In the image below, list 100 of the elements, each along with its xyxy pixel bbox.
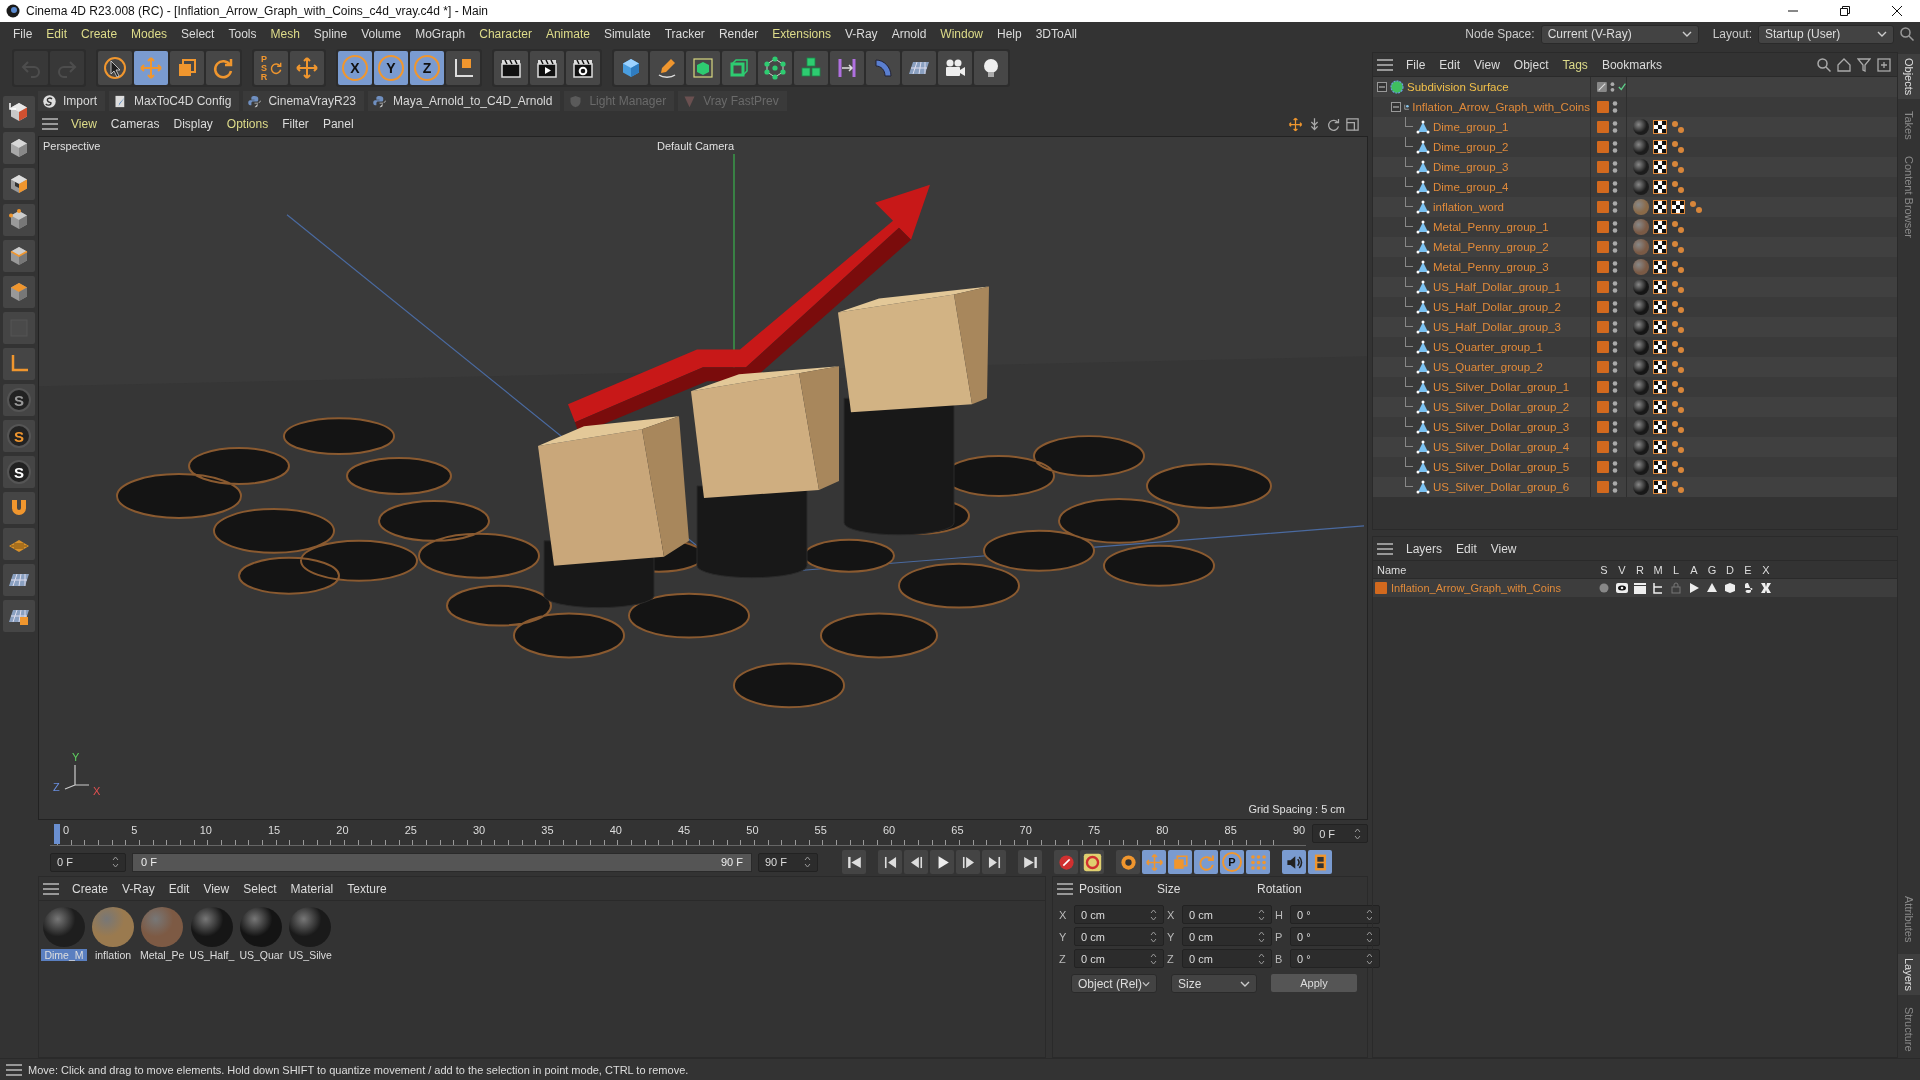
menu-item[interactable]: Help: [990, 23, 1029, 45]
visibility-dots-icon[interactable]: [1612, 480, 1618, 494]
current-frame-field[interactable]: 0 F: [1312, 824, 1368, 843]
menu-icon[interactable]: [1057, 883, 1073, 895]
object-name[interactable]: Metal_Penny_group_2: [1433, 241, 1549, 253]
menu-item[interactable]: File: [1399, 53, 1433, 76]
visibility-dots-icon[interactable]: [1612, 220, 1618, 234]
clapperboard-icon[interactable]: [1634, 582, 1646, 594]
layer-swatch[interactable]: [1597, 341, 1609, 353]
no-layer-icon[interactable]: [1597, 81, 1607, 93]
menu-item[interactable]: Edit: [1432, 53, 1468, 76]
visibility-dots-icon[interactable]: [1612, 440, 1618, 454]
layer-swatch[interactable]: [1597, 321, 1609, 333]
layer-swatch[interactable]: [1597, 221, 1609, 233]
previous-key-button[interactable]: [878, 850, 902, 874]
bulb-button[interactable]: [974, 51, 1008, 85]
material-tag[interactable]: [1633, 399, 1649, 415]
menu-icon[interactable]: [1377, 58, 1393, 71]
rotate-icon[interactable]: [1326, 116, 1341, 132]
menu-item[interactable]: Cameras: [103, 113, 167, 135]
visibility-dots-icon[interactable]: [1612, 100, 1618, 114]
object-name[interactable]: Dime_group_1: [1433, 121, 1509, 133]
next-key-button[interactable]: [982, 850, 1006, 874]
checker-tag-icon[interactable]: [1671, 200, 1685, 214]
parameter-key-button[interactable]: P: [1220, 850, 1244, 874]
object-name[interactable]: US_Silver_Dollar_group_1: [1433, 381, 1570, 393]
dots-tag-icon[interactable]: [1671, 360, 1685, 374]
plugin-button[interactable]: CinemaVrayR23: [243, 91, 364, 111]
layer-swatch[interactable]: [1597, 301, 1609, 313]
dots-tag-icon[interactable]: [1671, 260, 1685, 274]
pen-button[interactable]: [650, 51, 684, 85]
coordinate-field[interactable]: 0 cm: [1074, 905, 1164, 924]
menu-item[interactable]: Tools: [221, 23, 264, 45]
layer-swatch[interactable]: [1597, 421, 1609, 433]
dots-tag-icon[interactable]: [1671, 220, 1685, 234]
material-tag[interactable]: [1633, 299, 1649, 315]
material-tag[interactable]: [1633, 459, 1649, 475]
layer-swatch[interactable]: [1597, 201, 1609, 213]
layer-swatch[interactable]: [1597, 261, 1609, 273]
visibility-dots-icon[interactable]: [1612, 280, 1618, 294]
visibility-dots-icon[interactable]: [1612, 140, 1618, 154]
rotate-button[interactable]: [206, 51, 240, 85]
menu-item[interactable]: V-Ray: [115, 877, 162, 900]
search-icon[interactable]: [1817, 57, 1831, 72]
object-name[interactable]: Dime_group_2: [1433, 141, 1509, 153]
menu-item[interactable]: Select: [174, 23, 222, 45]
dots-tag-icon[interactable]: [1671, 480, 1685, 494]
checker-tag-icon[interactable]: [1653, 120, 1667, 134]
menu-item[interactable]: Object: [1506, 53, 1556, 76]
layer-swatch[interactable]: [1597, 461, 1609, 473]
checker-tag-icon[interactable]: [1653, 420, 1667, 434]
menu-item[interactable]: Edit: [161, 877, 197, 900]
grid-lock-button[interactable]: [3, 600, 35, 632]
menu-item[interactable]: Filter: [275, 113, 316, 135]
side-tab[interactable]: Takes: [1898, 107, 1920, 145]
object-name[interactable]: Metal_Penny_group_3: [1433, 261, 1549, 273]
material-tag[interactable]: [1633, 319, 1649, 335]
dots-tag-icon[interactable]: [1671, 140, 1685, 154]
menu-icon[interactable]: [43, 882, 59, 895]
cube-points-button[interactable]: [3, 204, 35, 236]
layer-swatch[interactable]: [1597, 481, 1609, 493]
dots-tag-icon[interactable]: [1671, 420, 1685, 434]
cube-edges-button[interactable]: [3, 240, 35, 272]
menu-item[interactable]: Spline: [306, 23, 355, 45]
coordinate-field[interactable]: 0 °: [1290, 905, 1380, 924]
plugin-button[interactable]: Maya_Arnold_to_C4D_Arnold: [368, 91, 561, 111]
check-icon[interactable]: [1617, 82, 1626, 92]
object-name[interactable]: US_Quarter_group_1: [1433, 341, 1543, 353]
layer-swatch[interactable]: [1597, 241, 1609, 253]
psr-button[interactable]: PSR: [254, 51, 288, 85]
cursor-button[interactable]: [98, 51, 132, 85]
size-mode-dropdown[interactable]: Size: [1171, 974, 1257, 993]
menu-item[interactable]: Layers: [1399, 537, 1450, 560]
menu-item[interactable]: View: [1467, 53, 1507, 76]
menu-icon[interactable]: [42, 118, 58, 130]
menu-item[interactable]: Bookmarks: [1594, 53, 1669, 76]
dots-tag-icon[interactable]: [1671, 240, 1685, 254]
menu-item[interactable]: 3DToAll: [1028, 23, 1085, 45]
checker-tag-icon[interactable]: [1653, 460, 1667, 474]
start-frame-field[interactable]: 0 F: [50, 852, 126, 872]
dots-tag-icon[interactable]: [1671, 280, 1685, 294]
menu-item[interactable]: Options: [219, 113, 276, 135]
checker-tag-icon[interactable]: [1653, 260, 1667, 274]
menu-item[interactable]: MoGraph: [408, 23, 473, 45]
menu-item[interactable]: Arnold: [884, 23, 934, 45]
plugin-button[interactable]: MaxToC4D Config: [109, 91, 240, 111]
cubes-button[interactable]: [794, 51, 828, 85]
dots-tag-icon[interactable]: [1671, 460, 1685, 474]
speaker-button[interactable]: [1282, 850, 1306, 874]
layer-swatch[interactable]: [1597, 161, 1609, 173]
object-name[interactable]: Dime_group_3: [1433, 161, 1509, 173]
stripes-plane-button[interactable]: [3, 528, 35, 560]
dots-tag-icon[interactable]: [1689, 200, 1703, 214]
visibility-dots-icon[interactable]: [1612, 360, 1618, 374]
menu-item[interactable]: View: [196, 877, 237, 900]
visibility-dots-icon[interactable]: [1612, 420, 1618, 434]
menu-item[interactable]: Create: [65, 877, 116, 900]
layer-swatch[interactable]: [1597, 441, 1609, 453]
object-name[interactable]: Dime_group_4: [1433, 181, 1509, 193]
step-forward-button[interactable]: [956, 850, 980, 874]
